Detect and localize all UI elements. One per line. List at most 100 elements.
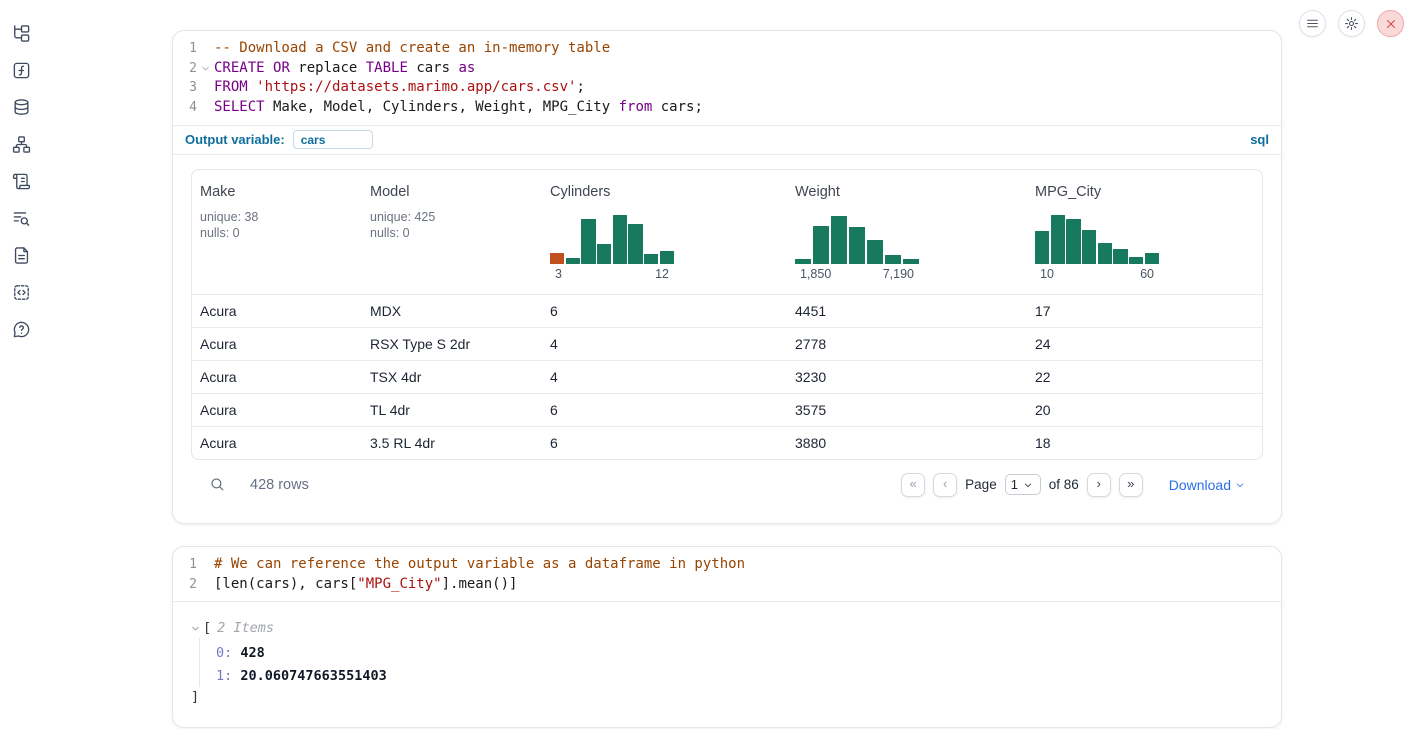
table-footer: 428 rows « ‹ Page 1 of 86 › » Download: [191, 460, 1263, 511]
fold-gutter: [197, 39, 214, 59]
table-cell: 6: [542, 402, 787, 418]
column-header-make[interactable]: Makeunique: 38nulls: 0: [192, 184, 362, 288]
table-cell: 4451: [787, 303, 1027, 319]
fold-gutter: [197, 98, 214, 118]
table-row: AcuraMDX6445117: [192, 294, 1262, 327]
table-cell: 6: [542, 435, 787, 451]
code-line-text: # We can reference the output variable a…: [214, 555, 745, 575]
column-name: MPG_City: [1035, 184, 1262, 200]
collapse-chevron-icon[interactable]: [191, 624, 203, 633]
fold-gutter: [197, 78, 214, 98]
histogram-bar: [1035, 231, 1049, 263]
histogram-bar: [867, 240, 883, 264]
histogram-bar: [849, 227, 865, 264]
histogram-bar: [1051, 215, 1065, 264]
sidebar-dependency-graph-button[interactable]: [11, 134, 31, 154]
column-name: Weight: [795, 184, 1027, 200]
page-total-label: of 86: [1049, 477, 1079, 492]
column-header-mpg_city[interactable]: MPG_City1060: [1027, 184, 1262, 288]
table-cell: 4: [542, 336, 787, 352]
menu-button[interactable]: [1299, 10, 1326, 37]
sidebar-logs-button[interactable]: [11, 171, 31, 191]
next-page-button[interactable]: ›: [1087, 473, 1111, 497]
line-number: 1: [173, 555, 197, 575]
prev-page-button[interactable]: ‹: [933, 473, 957, 497]
sidebar-help-button[interactable]: [11, 319, 31, 339]
sidebar-snippets-button[interactable]: [11, 282, 31, 302]
table-body: AcuraMDX6445117AcuraRSX Type S 2dr427782…: [192, 294, 1262, 459]
sidebar-documentation-button[interactable]: [11, 245, 31, 265]
table-cell: Acura: [192, 435, 362, 451]
code-line-text: SELECT Make, Model, Cylinders, Weight, M…: [214, 98, 703, 118]
sidebar-file-explorer-button[interactable]: [11, 23, 31, 43]
close-icon: [1385, 18, 1397, 30]
table-cell: TSX 4dr: [362, 369, 542, 385]
histogram-min-label: 10: [1040, 267, 1054, 281]
column-stat: unique: 425: [370, 209, 542, 226]
histogram-bar: [795, 259, 811, 264]
fold-chevron-icon[interactable]: [197, 59, 214, 79]
table-row: AcuraTL 4dr6357520: [192, 393, 1262, 426]
page-label: Page: [965, 477, 997, 492]
histogram-bar: [1098, 243, 1112, 264]
download-label: Download: [1169, 477, 1231, 493]
table-row: AcuraRSX Type S 2dr4277824: [192, 327, 1262, 360]
bracket-close: ]: [191, 687, 1263, 707]
python-code-editor[interactable]: 1 # We can reference the output variable …: [173, 547, 1281, 601]
fold-gutter: [197, 575, 214, 595]
histogram-bar: [628, 224, 642, 264]
column-name: Cylinders: [550, 184, 787, 200]
page-number-select[interactable]: 1: [1005, 474, 1041, 495]
histogram-bar: [660, 251, 674, 264]
column-header-cylinders[interactable]: Cylinders 312: [542, 184, 787, 288]
histogram-bar: [1145, 253, 1159, 264]
output-variable-row: Output variable: sql: [173, 125, 1281, 154]
column-stat: nulls: 0: [370, 225, 542, 242]
histogram-bar: [581, 219, 595, 264]
line-number: 2: [173, 575, 197, 595]
download-button[interactable]: Download: [1169, 477, 1245, 493]
column-histogram: 312: [550, 211, 674, 281]
column-stat: unique: 38: [200, 209, 362, 226]
dependency-graph-icon: [12, 135, 31, 154]
histogram-bar: [550, 253, 564, 264]
sidebar-datasources-button[interactable]: [11, 97, 31, 117]
column-header-model[interactable]: Modelunique: 425nulls: 0: [362, 184, 542, 288]
table-cell: 3.5 RL 4dr: [362, 435, 542, 451]
histogram-max-label: 12: [655, 267, 669, 281]
histogram-min-label: 1,850: [800, 267, 831, 281]
output-variable-input[interactable]: [293, 130, 373, 149]
line-number: 1: [173, 39, 197, 59]
shutdown-button[interactable]: [1377, 10, 1404, 37]
table-header: Makeunique: 38nulls: 0Modelunique: 425nu…: [192, 170, 1262, 294]
code-line-text: FROM 'https://datasets.marimo.app/cars.c…: [214, 78, 585, 98]
table-cell: 18: [1027, 435, 1262, 451]
table-cell: 17: [1027, 303, 1262, 319]
table-cell: 22: [1027, 369, 1262, 385]
histogram-bar: [1082, 230, 1096, 263]
column-header-weight[interactable]: Weight1,8507,190: [787, 184, 1027, 288]
table-cell: Acura: [192, 402, 362, 418]
table-cell: 3880: [787, 435, 1027, 451]
histogram-bar: [1129, 257, 1143, 263]
column-stat: nulls: 0: [200, 225, 362, 242]
data-table: Makeunique: 38nulls: 0Modelunique: 425nu…: [191, 169, 1263, 460]
table-search-button[interactable]: [209, 476, 226, 493]
settings-button[interactable]: [1338, 10, 1365, 37]
sidebar-variables-button[interactable]: [11, 60, 31, 80]
code-line-text: -- Download a CSV and create an in-memor…: [214, 39, 610, 59]
function-square-icon: [12, 61, 31, 80]
sql-code-editor[interactable]: 1 -- Download a CSV and create an in-memo…: [173, 31, 1281, 125]
table-cell: 24: [1027, 336, 1262, 352]
sidebar-tracing-button[interactable]: [11, 208, 31, 228]
list-item: 0: 428: [216, 642, 1263, 665]
line-number: 3: [173, 78, 197, 98]
histogram-bar: [644, 254, 658, 264]
last-page-button[interactable]: »: [1119, 473, 1143, 497]
sql-output-area: Makeunique: 38nulls: 0Modelunique: 425nu…: [173, 154, 1281, 523]
python-cell: 1 # We can reference the output variable …: [172, 546, 1282, 728]
table-cell: 2778: [787, 336, 1027, 352]
first-page-button[interactable]: «: [901, 473, 925, 497]
table-cell: 3230: [787, 369, 1027, 385]
language-badge: sql: [1250, 132, 1269, 147]
